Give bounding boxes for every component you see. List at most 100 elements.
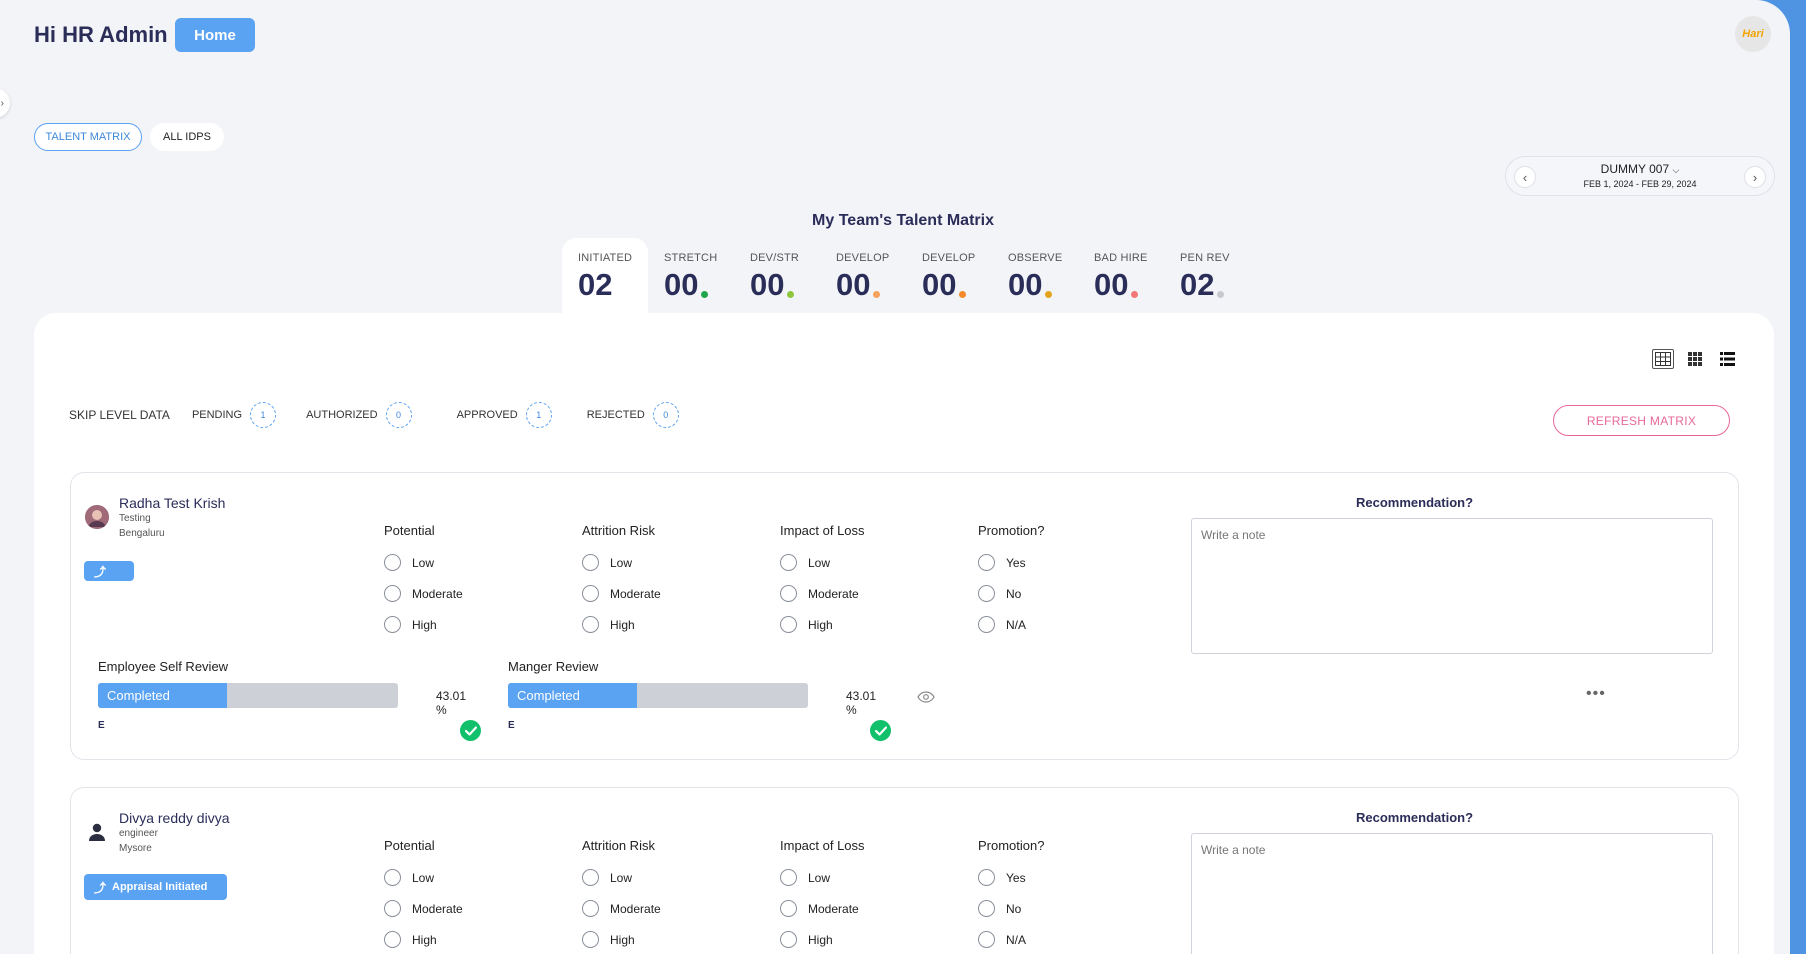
stat-value: 02: [578, 267, 613, 302]
radio-button[interactable]: [582, 585, 599, 602]
radio-option[interactable]: High: [582, 924, 762, 954]
view-switcher: [1652, 349, 1738, 369]
promotion-group: Promotion? Yes No N/A: [978, 523, 1158, 640]
radio-button[interactable]: [582, 900, 599, 917]
option-label: Low: [808, 870, 831, 885]
radio-option[interactable]: No: [978, 578, 1158, 609]
radio-button[interactable]: [978, 616, 995, 633]
status-badge[interactable]: ⤴: [84, 561, 134, 581]
skip-level-title: SKIP LEVEL DATA: [69, 408, 170, 422]
radio-option[interactable]: Low: [582, 862, 762, 893]
stat-develop-1[interactable]: DEVELOP 00: [820, 238, 906, 313]
radio-button[interactable]: [582, 554, 599, 571]
sidebar-toggle[interactable]: ›: [0, 88, 10, 118]
option-label: Moderate: [412, 901, 463, 916]
radio-option[interactable]: Moderate: [780, 578, 960, 609]
radio-option[interactable]: Low: [582, 547, 762, 578]
radio-option[interactable]: Moderate: [780, 893, 960, 924]
option-label: High: [412, 932, 437, 947]
radio-button[interactable]: [384, 900, 401, 917]
radio-option[interactable]: High: [780, 609, 960, 640]
status-badge[interactable]: ⤴ Appraisal Initiated: [84, 874, 227, 900]
stat-observe[interactable]: OBSERVE 00: [992, 238, 1078, 313]
option-label: N/A: [1006, 617, 1027, 632]
radio-option[interactable]: Moderate: [384, 893, 564, 924]
radio-option[interactable]: No: [978, 893, 1158, 924]
skip-level-approved[interactable]: APPROVED 1: [457, 402, 552, 428]
radio-option[interactable]: N/A: [978, 609, 1158, 640]
eye-icon[interactable]: [917, 690, 935, 708]
employee-location: Bengaluru: [119, 528, 165, 539]
stat-stretch[interactable]: STRETCH 00: [648, 238, 734, 313]
recommendation-note-input[interactable]: [1191, 833, 1713, 954]
skip-level-authorized[interactable]: AUTHORIZED 0: [306, 402, 412, 428]
stat-develop-2[interactable]: DEVELOP 00: [906, 238, 992, 313]
stat-initiated[interactable]: INITIATED 02: [562, 238, 648, 313]
radio-button[interactable]: [978, 931, 995, 948]
status-dot-icon: [1131, 291, 1139, 298]
radio-button[interactable]: [582, 869, 599, 886]
status-dot-icon: [787, 291, 795, 298]
status-dot-icon: [1217, 291, 1225, 298]
radio-option[interactable]: High: [384, 609, 564, 640]
period-dropdown[interactable]: DUMMY 007 ⌵: [1506, 162, 1774, 176]
refresh-matrix-button[interactable]: REFRESH MATRIX: [1553, 405, 1730, 436]
more-options-icon[interactable]: •••: [1586, 685, 1606, 703]
grid-large-view-icon[interactable]: [1652, 349, 1674, 369]
radio-button[interactable]: [384, 869, 401, 886]
stat-label: PEN REV: [1180, 252, 1230, 264]
radio-option[interactable]: Low: [384, 547, 564, 578]
radio-button[interactable]: [384, 931, 401, 948]
radio-button[interactable]: [582, 616, 599, 633]
radio-button[interactable]: [780, 931, 797, 948]
list-view-icon[interactable]: [1716, 349, 1738, 369]
radio-option[interactable]: Low: [384, 862, 564, 893]
radio-option[interactable]: Low: [780, 547, 960, 578]
radio-button[interactable]: [780, 554, 797, 571]
radio-option[interactable]: N/A: [978, 924, 1158, 954]
skip-level-pending[interactable]: PENDING 1: [192, 402, 277, 428]
recommendation-note-input[interactable]: [1191, 518, 1713, 654]
radio-button[interactable]: [780, 869, 797, 886]
radio-option[interactable]: Yes: [978, 547, 1158, 578]
skip-level-label: REJECTED: [586, 409, 645, 421]
arrow-up-right-icon: ⤴: [94, 880, 107, 895]
home-button[interactable]: Home: [175, 18, 255, 52]
radio-button[interactable]: [384, 554, 401, 571]
radio-button[interactable]: [978, 554, 995, 571]
employee-name[interactable]: Divya reddy divya: [119, 810, 230, 826]
greeting-title: Hi HR Admin: [34, 22, 168, 47]
employee-name[interactable]: Radha Test Krish: [119, 495, 225, 511]
radio-button[interactable]: [978, 869, 995, 886]
matrix-stats: INITIATED 02 STRETCH 00 DEV/STR 00 DEVEL…: [562, 238, 1250, 313]
group-title: Potential: [384, 523, 435, 538]
radio-button[interactable]: [384, 616, 401, 633]
radio-option[interactable]: High: [582, 609, 762, 640]
radio-option[interactable]: High: [384, 924, 564, 954]
chevron-right-icon[interactable]: ›: [1744, 166, 1766, 188]
skip-level-rejected[interactable]: REJECTED 0: [587, 402, 679, 428]
tab-all-idps[interactable]: ALL IDPS: [150, 123, 224, 151]
radio-button[interactable]: [978, 585, 995, 602]
radio-button[interactable]: [780, 900, 797, 917]
radio-option[interactable]: Moderate: [384, 578, 564, 609]
stat-bad-hire[interactable]: BAD HIRE 00: [1078, 238, 1164, 313]
radio-button[interactable]: [780, 616, 797, 633]
radio-option[interactable]: High: [780, 924, 960, 954]
group-title: Attrition Risk: [582, 838, 655, 853]
radio-button[interactable]: [582, 931, 599, 948]
stat-pen-rev[interactable]: PEN REV 02: [1164, 238, 1250, 313]
radio-option[interactable]: Low: [780, 862, 960, 893]
radio-button[interactable]: [384, 585, 401, 602]
radio-option[interactable]: Moderate: [582, 578, 762, 609]
period-name: DUMMY 007: [1600, 162, 1670, 176]
grid-small-view-icon[interactable]: [1684, 349, 1706, 369]
radio-button[interactable]: [780, 585, 797, 602]
recommendation-title: Recommendation?: [1356, 495, 1474, 510]
tab-talent-matrix[interactable]: TALENT MATRIX: [34, 123, 142, 151]
radio-option[interactable]: Yes: [978, 862, 1158, 893]
radio-option[interactable]: Moderate: [582, 893, 762, 924]
radio-button[interactable]: [978, 900, 995, 917]
user-avatar[interactable]: Hari: [1735, 16, 1771, 52]
stat-dev-str[interactable]: DEV/STR 00: [734, 238, 820, 313]
